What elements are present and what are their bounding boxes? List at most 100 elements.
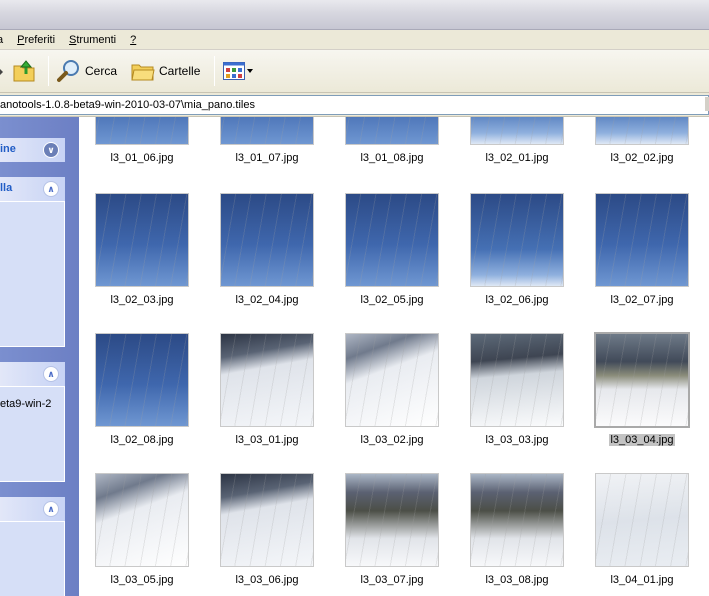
search-button[interactable]: Cerca: [53, 56, 121, 86]
file-name-label[interactable]: l3_02_08.jpg: [87, 434, 197, 446]
file-thumbnail[interactable]: [594, 472, 690, 568]
toolbar: Cerca Cartelle: [0, 50, 709, 93]
file-name-text: l3_02_02.jpg: [610, 152, 674, 164]
file-name-label[interactable]: l3_03_08.jpg: [462, 574, 572, 586]
file-name-label[interactable]: l3_02_05.jpg: [337, 294, 447, 306]
file-name-text: l3_04_01.jpg: [610, 574, 674, 586]
thumbnail-image: [345, 193, 439, 287]
file-thumbnail[interactable]: [344, 192, 440, 288]
chevron-down-icon: [247, 69, 254, 73]
views-button[interactable]: [219, 56, 257, 86]
panel-header-4[interactable]: ∧: [0, 497, 65, 521]
thumbnail-image: [595, 193, 689, 287]
thumbnail-image: [595, 473, 689, 567]
file-name-label[interactable]: l3_02_03.jpg: [87, 294, 197, 306]
file-thumbnail[interactable]: [469, 332, 565, 428]
file-thumbnail[interactable]: [344, 117, 440, 146]
file-thumbnail[interactable]: [94, 332, 190, 428]
file-name-label[interactable]: l3_02_04.jpg: [212, 294, 322, 306]
menu-item-help[interactable]: ?: [130, 34, 136, 46]
panel-title: lla: [0, 182, 13, 194]
chevron-up-icon[interactable]: ∧: [43, 501, 59, 517]
file-thumbnail-view[interactable]: l3_01_06.jpg l3_01_07.jpg l3_01_08.jpg l3_0…: [79, 117, 709, 596]
file-name-label[interactable]: l3_03_07.jpg: [337, 574, 447, 586]
file-thumbnail[interactable]: [219, 472, 315, 568]
menu-item-view[interactable]: a: [0, 34, 3, 46]
file-thumbnail[interactable]: [469, 192, 565, 288]
menu-item-tools[interactable]: Strumenti: [69, 34, 116, 46]
file-name-label[interactable]: l3_02_01.jpg: [462, 152, 572, 164]
folders-button[interactable]: Cartelle: [127, 56, 204, 86]
menu-item-favorites[interactable]: Preferiti: [17, 34, 55, 46]
file-name-label[interactable]: l3_04_01.jpg: [587, 574, 697, 586]
panel-body-4: [0, 521, 65, 596]
address-bar: anotools-1.0.8-beta9-win-2010-03-07\mia_…: [0, 93, 709, 117]
file-name-text: l3_03_05.jpg: [110, 574, 174, 586]
file-thumbnail[interactable]: [469, 117, 565, 146]
address-input[interactable]: anotools-1.0.8-beta9-win-2010-03-07\mia_…: [0, 95, 709, 115]
file-thumbnail[interactable]: [219, 192, 315, 288]
panel-header-1[interactable]: ine ∨: [0, 138, 65, 162]
file-name-label[interactable]: l3_01_08.jpg: [337, 152, 447, 164]
up-folder-button[interactable]: [4, 56, 44, 86]
file-thumbnail[interactable]: [594, 117, 690, 146]
panel-body-3: eta9-win-2: [0, 386, 65, 482]
toolbar-separator: [214, 56, 216, 86]
file-name-label[interactable]: l3_03_02.jpg: [337, 434, 447, 446]
menu-label-rest: referiti: [24, 33, 56, 46]
file-thumbnail[interactable]: [94, 117, 190, 146]
file-name-text: l3_03_04.jpg: [609, 434, 675, 446]
panel-body-2: [0, 201, 65, 347]
file-name-text: l3_02_01.jpg: [485, 152, 549, 164]
file-name-text: l3_01_08.jpg: [360, 152, 424, 164]
thumbnail-image: [345, 473, 439, 567]
panel-header-3[interactable]: ∧: [0, 362, 65, 386]
file-name-label[interactable]: l3_01_06.jpg: [87, 152, 197, 164]
folders-label: Cartelle: [159, 64, 201, 78]
thumbnail-image: [220, 473, 314, 567]
file-name-text: l3_03_03.jpg: [485, 434, 549, 446]
file-name-text: l3_02_06.jpg: [485, 294, 549, 306]
file-thumbnail[interactable]: [219, 332, 315, 428]
file-name-label[interactable]: l3_01_07.jpg: [212, 152, 322, 164]
file-name-label[interactable]: l3_03_05.jpg: [87, 574, 197, 586]
file-name-text: l3_01_07.jpg: [235, 152, 299, 164]
file-name-label[interactable]: l3_03_01.jpg: [212, 434, 322, 446]
file-name-label[interactable]: l3_03_06.jpg: [212, 574, 322, 586]
file-thumbnail[interactable]: [344, 332, 440, 428]
thumbnail-image: [470, 333, 564, 427]
chevron-up-icon[interactable]: ∧: [43, 366, 59, 382]
file-thumbnail[interactable]: [594, 332, 690, 428]
folder-up-icon: [13, 60, 35, 82]
file-thumbnail[interactable]: [219, 117, 315, 146]
file-name-label[interactable]: l3_02_06.jpg: [462, 294, 572, 306]
file-thumbnail[interactable]: [469, 472, 565, 568]
panel-title: ine: [0, 143, 16, 155]
file-name-text: l3_03_08.jpg: [485, 574, 549, 586]
file-thumbnail[interactable]: [94, 472, 190, 568]
file-thumbnail[interactable]: [344, 472, 440, 568]
chevron-up-icon[interactable]: ∧: [43, 181, 59, 197]
panel-header-2[interactable]: lla ∧: [0, 177, 65, 201]
file-name-text: l3_03_02.jpg: [360, 434, 424, 446]
file-name-label[interactable]: l3_03_04.jpg: [587, 434, 697, 446]
search-label: Cerca: [85, 64, 118, 78]
file-name-label[interactable]: l3_02_07.jpg: [587, 294, 697, 306]
menu-bar: a Preferiti Strumenti ?: [0, 30, 709, 50]
file-thumbnail[interactable]: [94, 192, 190, 288]
toolbar-separator: [48, 56, 49, 86]
file-name-text: l3_02_03.jpg: [110, 294, 174, 306]
file-name-text: l3_01_06.jpg: [110, 152, 174, 164]
thumbnail-image: [470, 117, 564, 145]
address-dropdown-edge[interactable]: [705, 97, 709, 111]
thumbnail-image: [220, 193, 314, 287]
file-name-label[interactable]: l3_02_02.jpg: [587, 152, 697, 164]
file-thumbnail[interactable]: [594, 192, 690, 288]
menu-label-rest: trumenti: [76, 33, 117, 46]
thumbnail-image: [345, 117, 439, 145]
file-name-label[interactable]: l3_03_03.jpg: [462, 434, 572, 446]
thumbnail-image: [470, 193, 564, 287]
folders-icon: [131, 64, 155, 81]
thumbnail-image: [595, 117, 689, 145]
chevron-down-icon[interactable]: ∨: [43, 142, 59, 158]
